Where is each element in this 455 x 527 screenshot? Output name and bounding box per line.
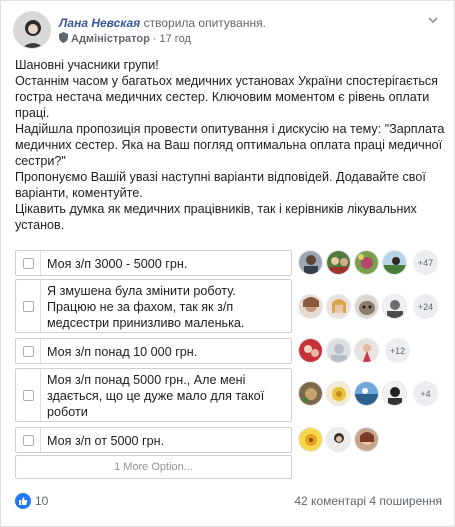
option-divider: [40, 280, 41, 332]
voter-avatar[interactable]: [354, 427, 379, 452]
voter-avatar[interactable]: [326, 250, 351, 275]
voter-avatar[interactable]: [298, 294, 323, 319]
voter-avatar[interactable]: [354, 338, 379, 363]
poll-checkbox[interactable]: [23, 390, 34, 401]
post-action: створила опитування.: [143, 16, 266, 30]
poll-option: Моя з/п 3000 - 5000 грн. +47: [15, 250, 445, 276]
option-voters: +12: [298, 338, 410, 363]
like-count[interactable]: 10: [35, 494, 48, 508]
post-footer: 10 42 коментарі 4 поширення: [15, 491, 442, 511]
voter-avatar[interactable]: [298, 250, 323, 275]
poll-option-box[interactable]: Моя з/п от 5000 грн.: [15, 427, 292, 453]
voter-avatar[interactable]: [382, 381, 407, 406]
poll-option: Моя з/п от 5000 грн.: [15, 427, 445, 453]
more-voters-count[interactable]: +4: [413, 381, 438, 406]
shares-count[interactable]: 4 поширення: [369, 494, 442, 508]
voter-avatar[interactable]: [298, 427, 323, 452]
post-body: Шановні учасники групи! Останнім часом у…: [15, 57, 445, 233]
option-divider: [40, 369, 41, 421]
post-stats: 42 коментарі 4 поширення: [294, 494, 442, 508]
poll-option-label: Моя з/п понад 10 000 грн.: [47, 345, 198, 359]
more-options-button[interactable]: 1 More Option...: [15, 455, 292, 479]
poll-option-label: Я змушена була змінити роботу. Працюю не…: [47, 284, 245, 330]
voter-avatar[interactable]: [354, 294, 379, 319]
poll-option-label: Моя з/п понад 5000 грн., Але мені здаєть…: [47, 373, 265, 419]
poll-option-label: Моя з/п 3000 - 5000 грн.: [47, 257, 188, 271]
option-voters: +4: [298, 381, 438, 406]
poll-option: Моя з/п понад 10 000 грн. +12: [15, 338, 445, 364]
poll-checkbox[interactable]: [23, 301, 34, 312]
poll-option: Я змушена була змінити роботу. Працюю не…: [15, 279, 445, 333]
poll-option-box[interactable]: Я змушена була змінити роботу. Працюю не…: [15, 279, 292, 333]
post-header: Лана Невская створила опитування. Адміні…: [13, 11, 442, 51]
poll-option-box[interactable]: Моя з/п 3000 - 5000 грн.: [15, 250, 292, 276]
option-voters: +47: [298, 250, 438, 275]
author-avatar[interactable]: [13, 11, 51, 49]
post-paragraph: Надійшла пропозиція провести опитування …: [15, 122, 445, 168]
option-voters: +24: [298, 294, 438, 319]
meta-separator: ·: [152, 33, 157, 45]
post-card: Лана Невская створила опитування. Адміні…: [0, 0, 455, 527]
poll-option-label: Моя з/п от 5000 грн.: [47, 434, 165, 448]
poll-checkbox[interactable]: [23, 346, 34, 357]
poll-checkbox[interactable]: [23, 258, 34, 269]
post-paragraph: Пропонуємо Вашій увазі наступні варіанти…: [15, 170, 426, 200]
voter-avatar[interactable]: [354, 250, 379, 275]
voter-avatar[interactable]: [326, 338, 351, 363]
voter-avatar[interactable]: [326, 294, 351, 319]
voter-avatar[interactable]: [326, 381, 351, 406]
post-meta: Адміністратор · 17 год: [59, 32, 191, 46]
option-voters: [298, 427, 382, 452]
more-voters-count[interactable]: +24: [413, 294, 438, 319]
poll-option-box[interactable]: Моя з/п понад 5000 грн., Але мені здаєть…: [15, 368, 292, 422]
more-voters-count[interactable]: +12: [385, 338, 410, 363]
voter-avatar[interactable]: [298, 338, 323, 363]
option-divider: [40, 428, 41, 452]
post-paragraph: Шановні учасники групи!: [15, 58, 159, 72]
author-role: Адміністратор: [71, 33, 150, 45]
poll-checkbox[interactable]: [23, 435, 34, 446]
voter-avatar[interactable]: [354, 381, 379, 406]
author-line: Лана Невская створила опитування.: [59, 16, 266, 30]
comments-count[interactable]: 42 коментарі: [294, 494, 366, 508]
post-paragraph: Останнім часом у багатьох медичних устан…: [15, 74, 438, 120]
chevron-down-icon[interactable]: [426, 13, 440, 27]
voter-avatar[interactable]: [382, 294, 407, 319]
option-divider: [40, 251, 41, 275]
author-name[interactable]: Лана Невская: [59, 16, 140, 30]
option-divider: [40, 339, 41, 363]
more-voters-count[interactable]: +47: [413, 250, 438, 275]
admin-badge-icon: [59, 32, 68, 46]
voter-avatar[interactable]: [382, 250, 407, 275]
voter-avatar[interactable]: [326, 427, 351, 452]
post-paragraph: Цікавить думка як медичних працівників, …: [15, 202, 417, 232]
voter-avatar[interactable]: [298, 381, 323, 406]
poll-option-box[interactable]: Моя з/п понад 10 000 грн.: [15, 338, 292, 364]
like-icon[interactable]: [15, 493, 31, 509]
post-time[interactable]: 17 год: [160, 33, 191, 45]
poll-option: Моя з/п понад 5000 грн., Але мені здаєть…: [15, 368, 445, 422]
